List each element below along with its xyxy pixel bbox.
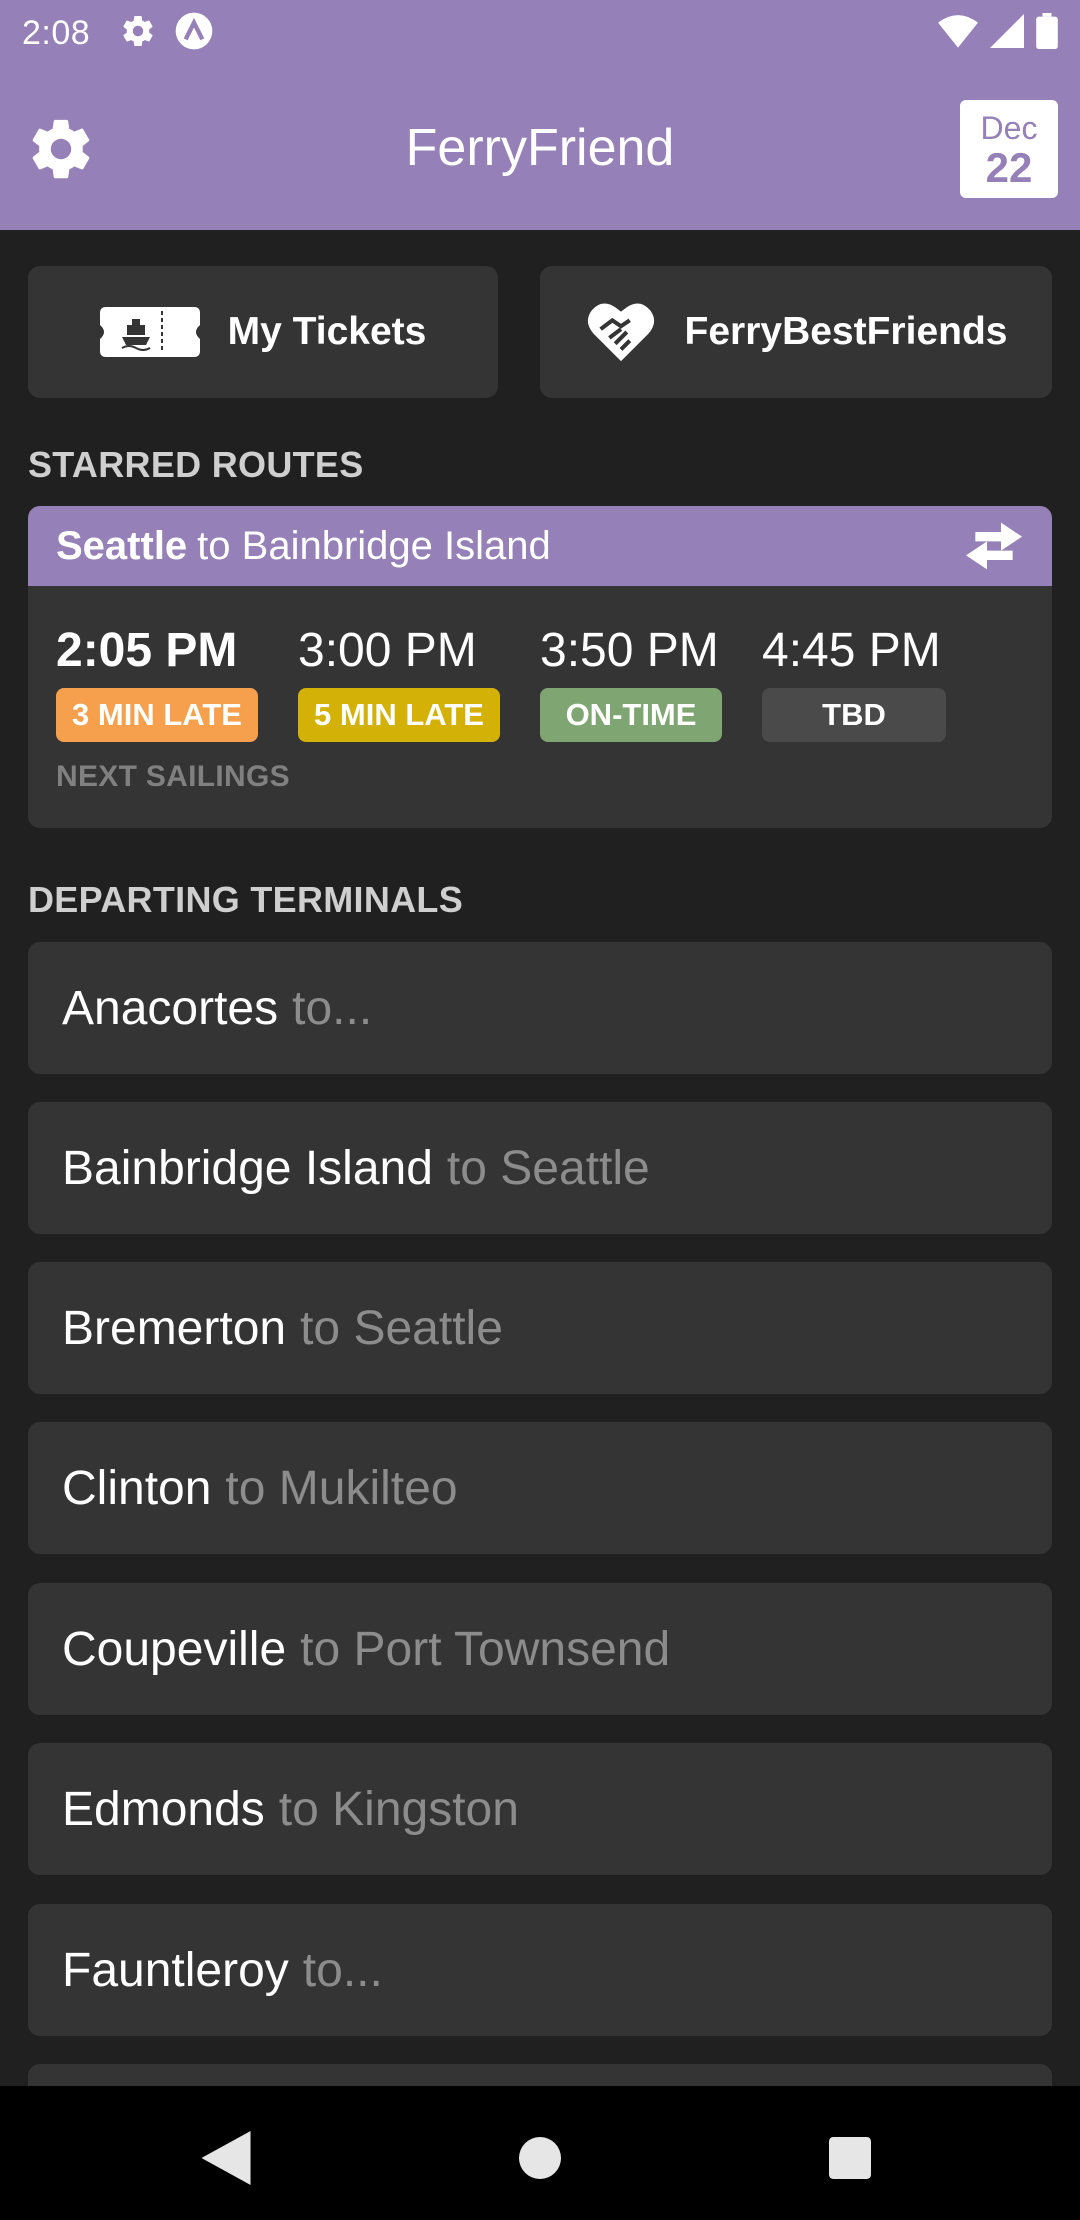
terminal-item-fauntleroy[interactable]: Fauntleroy to... <box>28 1904 1052 2036</box>
sailing-item[interactable]: 3:00 PM 5 MIN LATE <box>298 624 508 742</box>
ticket-icon <box>99 307 200 357</box>
back-button[interactable] <box>186 2118 266 2198</box>
back-triangle-icon <box>201 2131 251 2185</box>
cell-signal-icon <box>990 13 1024 53</box>
date-month: Dec <box>980 110 1038 146</box>
battery-icon <box>1036 12 1058 54</box>
date-day: 22 <box>985 144 1033 191</box>
terminal-name: Clinton <box>62 1461 212 1515</box>
sailing-time: 3:50 PM <box>540 624 719 677</box>
sailing-time: 4:45 PM <box>762 624 941 677</box>
terminal-destination: to Port Townsend <box>300 1622 671 1676</box>
terminal-destination: to Mukilteo <box>225 1461 458 1515</box>
app-title: FerryFriend <box>405 119 675 177</box>
starred-route-card[interactable]: Seattle to Bainbridge Island 2:05 PM 3 M… <box>28 506 1052 828</box>
terminal-name: Anacortes <box>62 981 279 1035</box>
swap-direction-button[interactable] <box>964 516 1024 576</box>
sailing-item[interactable]: 2:05 PM 3 MIN LATE <box>56 624 258 742</box>
home-circle-icon <box>519 2137 561 2179</box>
sailing-item[interactable]: 3:50 PM ON-TIME <box>540 624 740 742</box>
terminal-item-edmonds[interactable]: Edmonds to Kingston <box>28 1743 1052 1875</box>
departing-terminals-header: DEPARTING TERMINALS <box>28 879 464 920</box>
sailing-time: 2:05 PM <box>56 624 238 677</box>
recents-button[interactable] <box>810 2118 890 2198</box>
terminal-destination: to Kingston <box>278 1782 519 1836</box>
terminal-destination: to... <box>292 981 373 1035</box>
gear-icon <box>32 119 90 179</box>
terminal-name: Bremerton <box>62 1301 287 1355</box>
terminal-item-bremerton[interactable]: Bremerton to Seattle <box>28 1262 1052 1394</box>
terminal-item-clinton[interactable]: Clinton to Mukilteo <box>28 1422 1052 1554</box>
wifi-icon <box>938 14 978 53</box>
date-picker-button[interactable]: Dec 22 <box>960 100 1058 198</box>
swap-arrows-icon <box>966 522 1022 570</box>
sailing-status-badge: ON-TIME <box>540 688 722 742</box>
starred-route-header: Seattle to Bainbridge Island <box>28 506 1052 586</box>
my-tickets-label: My Tickets <box>227 310 427 353</box>
route-from: Seattle <box>56 523 188 568</box>
next-sailings: 2:05 PM 3 MIN LATE 3:00 PM 5 MIN LATE 3:… <box>56 624 1036 744</box>
terminal-item-bainbridge-island[interactable]: Bainbridge Island to Seattle <box>28 1102 1052 1234</box>
terminal-name: Fauntleroy <box>62 1943 289 1997</box>
terminal-destination: to Seattle <box>300 1301 503 1355</box>
ferry-best-friends-label: FerryBestFriends <box>684 310 1008 353</box>
terminal-destination: to Seattle <box>446 1141 650 1195</box>
route-to: to Bainbridge Island <box>197 523 551 568</box>
settings-button[interactable] <box>24 112 98 186</box>
terminal-item-coupeville[interactable]: Coupeville to Port Townsend <box>28 1583 1052 1715</box>
sailing-time: 3:00 PM <box>298 624 477 677</box>
ferryfriend-home-screen: 2:08 FerryFriend Dec 22 My Tickets Ferry… <box>0 0 1080 2220</box>
starred-routes-header: STARRED ROUTES <box>28 444 364 485</box>
terminal-name: Coupeville <box>62 1622 287 1676</box>
system-navigation-bar <box>0 2086 1080 2220</box>
app-bar: FerryFriend Dec 22 <box>0 66 1080 230</box>
status-bar: 2:08 <box>0 0 1080 66</box>
terminal-destination: to... <box>302 1943 383 1997</box>
sailing-status-badge: TBD <box>762 688 946 742</box>
sailing-status-badge: 3 MIN LATE <box>56 688 258 742</box>
terminal-name: Edmonds <box>62 1782 265 1836</box>
terminal-item-anacortes[interactable]: Anacortes to... <box>28 942 1052 1074</box>
home-button[interactable] <box>500 2118 580 2198</box>
sailing-status-badge: 5 MIN LATE <box>298 688 500 742</box>
app-notification-icon <box>174 11 214 56</box>
recents-square-icon <box>829 2137 871 2179</box>
handshake-heart-icon <box>587 303 654 362</box>
next-sailings-label: NEXT SAILINGS <box>56 760 290 793</box>
ferry-best-friends-button[interactable]: FerryBestFriends <box>540 266 1052 398</box>
settings-notification-icon <box>120 13 156 54</box>
my-tickets-button[interactable]: My Tickets <box>28 266 498 398</box>
status-time: 2:08 <box>22 13 91 52</box>
sailing-item[interactable]: 4:45 PM TBD <box>762 624 962 742</box>
terminal-name: Bainbridge Island <box>62 1141 433 1195</box>
